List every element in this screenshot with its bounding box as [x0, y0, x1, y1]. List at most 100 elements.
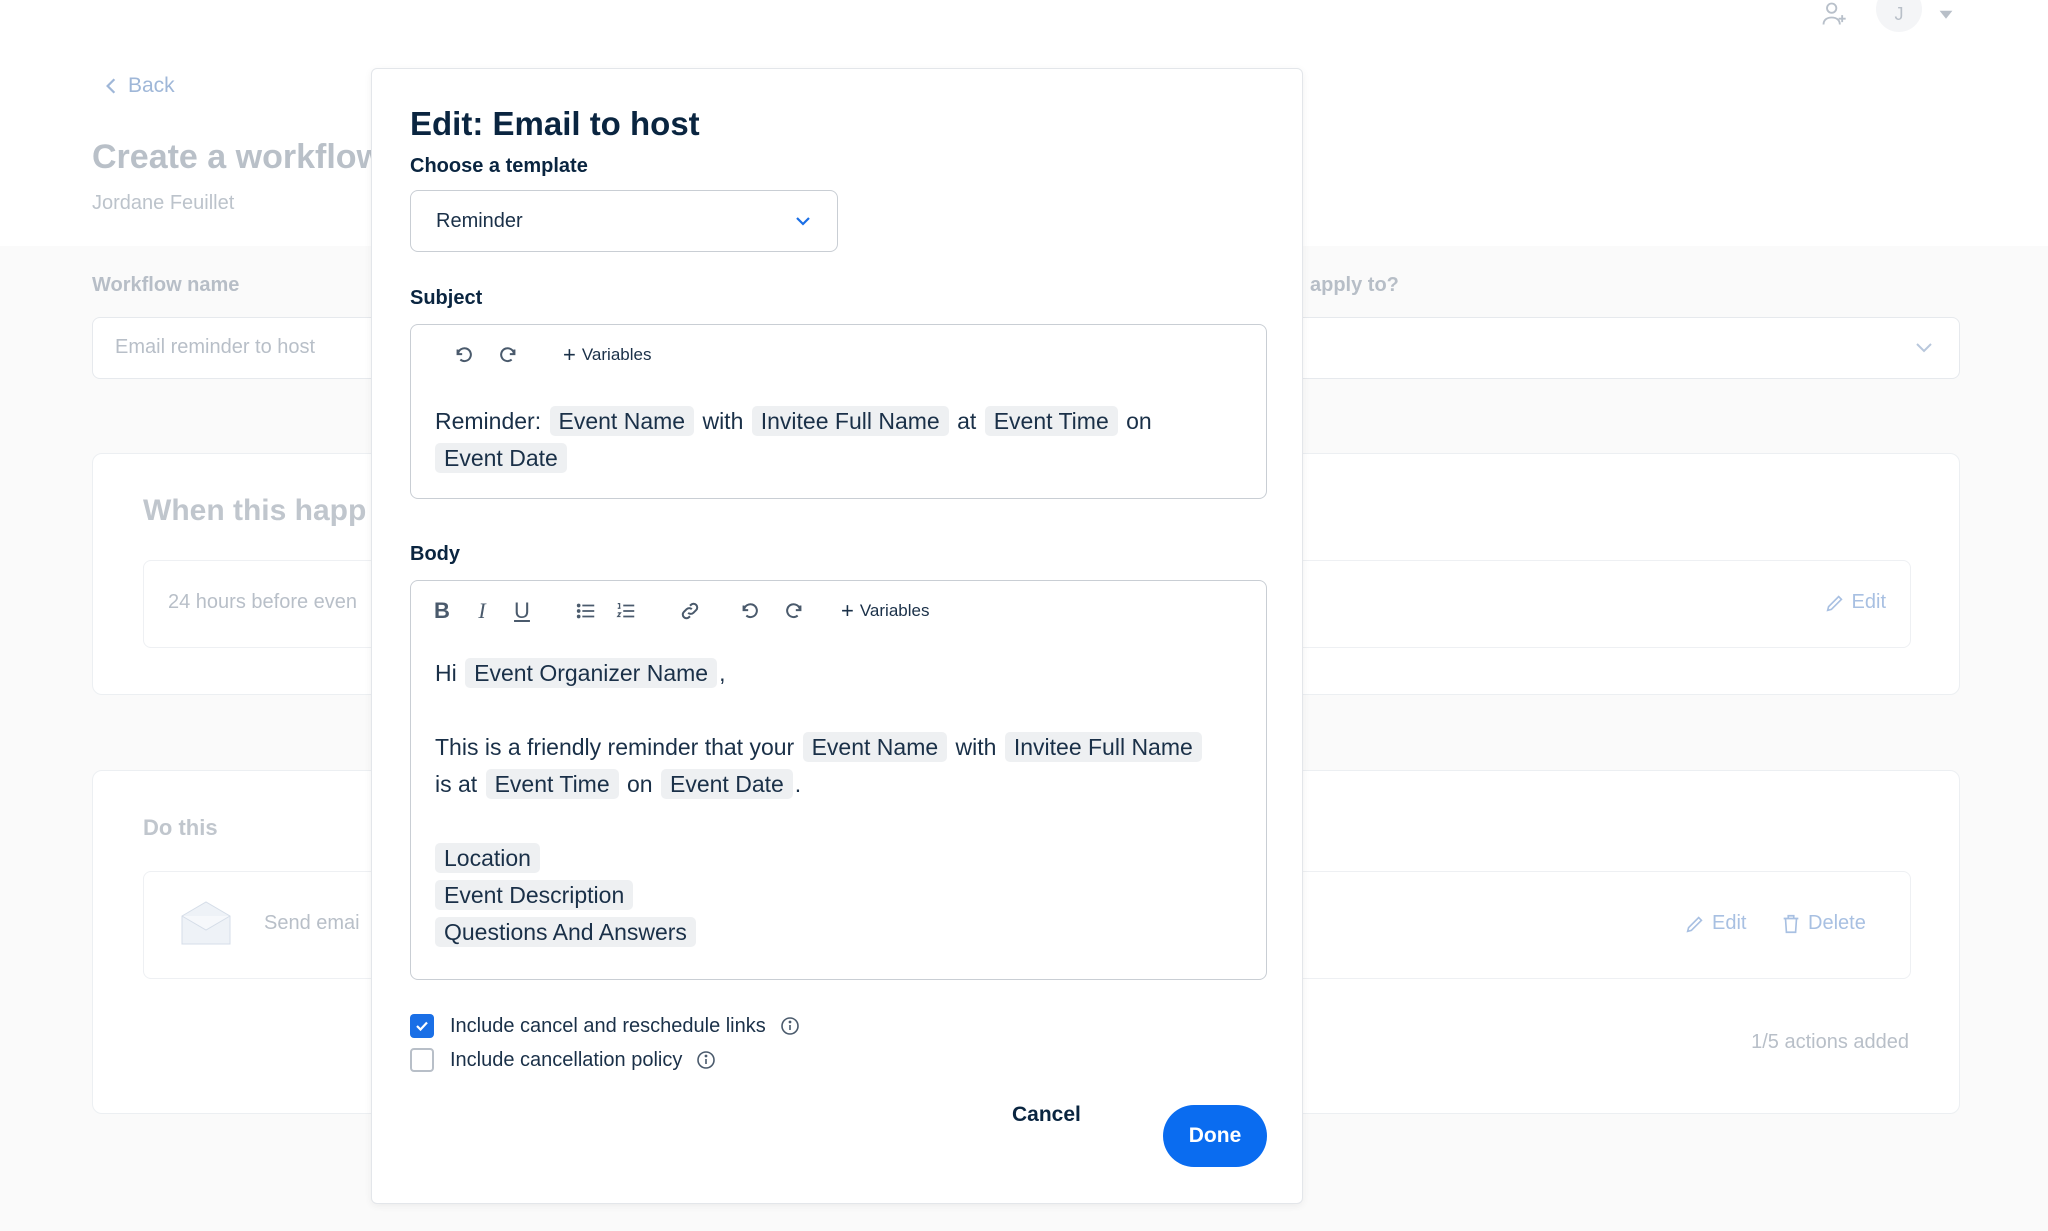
- bold-icon: B: [434, 598, 450, 623]
- cancel-reschedule-row: Include cancel and reschedule links: [410, 1014, 800, 1038]
- caret-down-icon[interactable]: [1938, 6, 1954, 22]
- redo-icon: [786, 603, 802, 619]
- cancel-button[interactable]: Cancel: [1012, 1103, 1081, 1127]
- template-value: Reminder: [436, 210, 523, 232]
- variable-pill[interactable]: Event Date: [661, 769, 793, 799]
- variable-pill[interactable]: Questions And Answers: [435, 917, 696, 947]
- link-button[interactable]: [677, 598, 703, 624]
- actions-count: 1/5 actions added: [1751, 1031, 1909, 1053]
- redo-button[interactable]: [495, 342, 521, 368]
- trigger-edit-button[interactable]: Edit: [1824, 591, 1886, 614]
- variables-label: Variables: [581, 345, 652, 364]
- body-editor[interactable]: B I U + Variables Hi Event Organizer Nam…: [410, 580, 1267, 980]
- variable-pill[interactable]: Invitee Full Name: [751, 406, 949, 436]
- body-toolbar: B I U + Variables: [429, 598, 929, 624]
- checkmark-icon: [416, 1021, 428, 1032]
- trigger-text: 24 hours before even: [168, 591, 358, 613]
- modal-title: Edit: Email to host: [410, 105, 700, 142]
- italic-icon: I: [478, 598, 486, 623]
- body-variables-button[interactable]: + Variables: [841, 598, 930, 623]
- variable-pill[interactable]: Event Time: [485, 769, 619, 799]
- chevron-left-icon: [106, 78, 116, 94]
- undo-icon: [456, 347, 472, 363]
- owner-name: Jordane Feuillet: [92, 192, 235, 214]
- cancellation-policy-label[interactable]: Include cancellation policy: [450, 1049, 682, 1072]
- apply-to-select[interactable]: [1290, 317, 1960, 379]
- bullet-list-button[interactable]: [573, 598, 599, 624]
- body-text: with: [955, 734, 997, 760]
- info-icon[interactable]: [696, 1050, 716, 1070]
- edit-email-modal: Edit: Email to host Choose a template Re…: [371, 68, 1303, 1204]
- subject-toolbar: + Variables: [451, 342, 651, 368]
- cancel-reschedule-checkbox[interactable]: [410, 1014, 434, 1038]
- body-text: .: [794, 771, 802, 797]
- italic-button[interactable]: I: [469, 598, 495, 624]
- chevron-down-icon: [1916, 343, 1932, 353]
- body-label: Body: [410, 543, 460, 565]
- subject-text: with: [702, 408, 744, 434]
- link-icon: [681, 602, 699, 620]
- trigger-edit-label: Edit: [1851, 591, 1886, 613]
- subject-text: Reminder:: [435, 408, 542, 434]
- back-link[interactable]: Back: [104, 74, 175, 98]
- avatar-initial: J: [1894, 3, 1904, 24]
- variable-pill[interactable]: Event Time: [984, 406, 1118, 436]
- action-delete-label: Delete: [1808, 912, 1866, 934]
- back-label: Back: [128, 74, 175, 97]
- redo-button[interactable]: [781, 598, 807, 624]
- plus-icon: +: [563, 342, 576, 367]
- body-text: This is a friendly reminder that your: [435, 734, 795, 760]
- pencil-icon: [1686, 915, 1703, 932]
- subject-variables-button[interactable]: + Variables: [563, 342, 652, 367]
- variable-pill[interactable]: Event Name: [549, 406, 695, 436]
- undo-button[interactable]: [737, 598, 763, 624]
- undo-icon: [742, 603, 758, 619]
- variables-label: Variables: [859, 601, 930, 620]
- done-button[interactable]: Done: [1163, 1105, 1267, 1167]
- plus-icon: +: [841, 598, 854, 623]
- underline-icon: U: [514, 598, 530, 623]
- workflow-name-input[interactable]: Email reminder to host: [92, 317, 394, 379]
- variable-pill[interactable]: Event Organizer Name: [465, 658, 718, 688]
- undo-button[interactable]: [451, 342, 477, 368]
- apply-to-label: apply to?: [1310, 274, 1399, 296]
- body-content[interactable]: Hi Event Organizer Name, This is a frien…: [435, 655, 1246, 951]
- workflow-name-label: Workflow name: [92, 274, 240, 296]
- pencil-icon: [1826, 594, 1843, 611]
- variable-pill[interactable]: Event Date: [435, 443, 567, 473]
- subject-text: at: [957, 408, 977, 434]
- subject-label: Subject: [410, 287, 483, 309]
- subject-content[interactable]: Reminder: Event Name with Invitee Full N…: [435, 403, 1246, 477]
- variable-pill[interactable]: Event Name: [802, 732, 948, 762]
- template-label: Choose a template: [410, 155, 588, 177]
- bold-button[interactable]: B: [429, 598, 455, 624]
- bullet-list-icon: [576, 603, 595, 619]
- redo-icon: [500, 347, 516, 363]
- subject-text: on: [1126, 408, 1152, 434]
- action-edit-button[interactable]: Edit: [1684, 912, 1746, 935]
- underline-button[interactable]: U: [509, 598, 535, 624]
- numbered-list-button[interactable]: [613, 598, 639, 624]
- avatar[interactable]: J: [1876, 0, 1922, 32]
- action-delete-button[interactable]: Delete: [1780, 912, 1866, 935]
- envelope-icon: [181, 901, 231, 945]
- when-heading: When this happ: [143, 494, 367, 527]
- body-text: is at: [435, 771, 478, 797]
- add-user-icon[interactable]: [1820, 0, 1848, 28]
- cancel-reschedule-label[interactable]: Include cancel and reschedule links: [450, 1015, 766, 1038]
- trash-icon: [1783, 914, 1799, 933]
- cancellation-policy-checkbox[interactable]: [410, 1048, 434, 1072]
- variable-pill[interactable]: Invitee Full Name: [1004, 732, 1202, 762]
- page-title: Create a workflow: [92, 138, 383, 176]
- body-text: on: [627, 771, 653, 797]
- variable-pill[interactable]: Event Description: [435, 880, 634, 910]
- subject-editor[interactable]: + Variables Reminder: Event Name with In…: [410, 324, 1267, 499]
- body-text: Hi: [435, 660, 457, 686]
- variable-pill[interactable]: Location: [435, 843, 540, 873]
- do-this-heading: Do this: [143, 815, 218, 840]
- action-text: Send emai: [264, 912, 360, 934]
- workflow-name-value: Email reminder to host: [115, 336, 316, 358]
- info-icon[interactable]: [780, 1016, 800, 1036]
- template-select[interactable]: Reminder: [410, 190, 838, 252]
- cancellation-policy-row: Include cancellation policy: [410, 1048, 716, 1072]
